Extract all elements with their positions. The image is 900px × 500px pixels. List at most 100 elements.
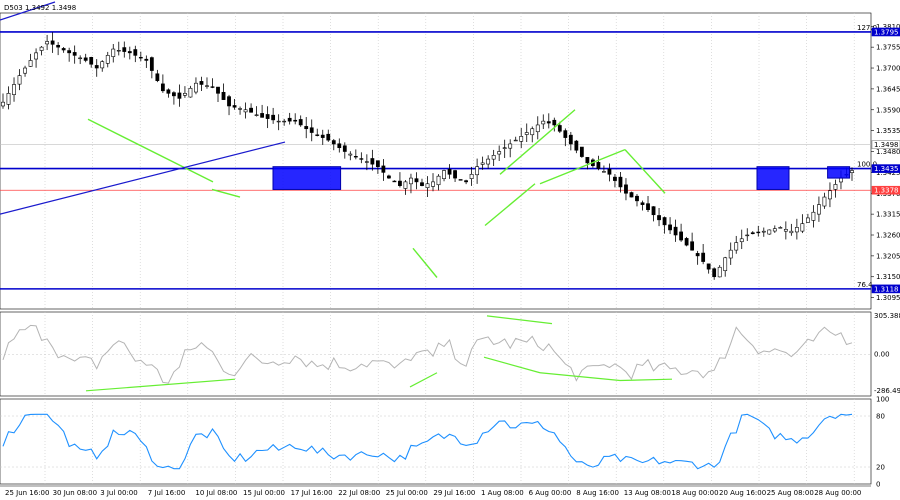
candle-body (524, 132, 529, 135)
cci-tick-label: 0.00 (874, 351, 890, 359)
x-tick-label: 7 Jul 16:00 (148, 489, 186, 497)
candle-body (188, 87, 193, 98)
candle-body (624, 184, 628, 194)
candle-body (513, 139, 518, 142)
y-tick-label: 1.3150 (876, 273, 900, 281)
cci-divergence-line (409, 372, 438, 388)
candle-body (249, 107, 253, 113)
candle-body (475, 166, 480, 176)
x-tick-label: 29 Jul 16:00 (433, 489, 475, 497)
trading-chart: 127.0100.076.4 25 Jun 16:00 30 Jun 08:00 3… (0, 1, 900, 497)
x-tick-label: 13 Aug 08:00 (624, 489, 671, 497)
candle-body (552, 119, 557, 126)
candle-body (6, 93, 11, 105)
candle-body (50, 40, 55, 45)
candle-body (574, 140, 579, 151)
zone-box (756, 166, 790, 190)
price-panel: 127.0100.076.4 (0, 1, 877, 290)
x-tick-label: 3 Jul 00:00 (100, 489, 138, 497)
candle-body (331, 140, 336, 145)
candle-body (469, 173, 474, 179)
x-tick-label: 25 Jul 00:00 (386, 489, 428, 497)
candle-body (177, 92, 182, 99)
candle-body (805, 217, 810, 223)
cci-series-line (2, 324, 853, 384)
candle-body (144, 58, 149, 61)
candle-body (701, 252, 706, 262)
candle-body (662, 217, 667, 226)
candle-body (425, 183, 430, 189)
x-tick-label: 15 Jul 00:00 (243, 489, 285, 497)
cci-divergence-line (483, 356, 541, 374)
candle-body (745, 234, 750, 237)
trend-line-green (87, 118, 214, 183)
candle-body (45, 41, 50, 45)
candle-body (375, 160, 380, 167)
candle-body (695, 253, 700, 257)
candle-body (602, 171, 606, 173)
candle-body (778, 227, 783, 229)
candle-body (761, 230, 766, 233)
candle-body (78, 57, 83, 60)
candle-body (287, 117, 292, 122)
candle-body (260, 113, 265, 118)
candle-body (105, 55, 110, 64)
candle-body (635, 195, 639, 202)
candle-body (12, 84, 16, 95)
candle-body (56, 44, 61, 48)
candle-body (579, 146, 584, 157)
candle-body (353, 155, 358, 158)
candle-body (800, 223, 805, 232)
candle-body (309, 127, 314, 133)
candle-body (458, 179, 463, 181)
candle-body (298, 119, 303, 126)
candle-body (530, 128, 535, 136)
candle-body (502, 147, 507, 149)
price-panel-frame (0, 12, 872, 310)
trend-line-green (412, 247, 438, 278)
candle-body (519, 136, 524, 142)
candle-body (17, 75, 22, 85)
candle-body (508, 143, 513, 149)
candle-body (254, 114, 259, 116)
x-tick-label: 30 Jun 08:00 (53, 489, 97, 497)
x-tick-label: 10 Jul 08:00 (195, 489, 237, 497)
price-tag-label: 1.3795 (874, 28, 899, 36)
candle-body (607, 168, 612, 175)
candle-body (728, 249, 733, 259)
candle-body (61, 48, 66, 51)
y-tick-label: 1.3480 (876, 148, 900, 156)
cci-divergence-line (486, 315, 553, 325)
candle-body (756, 231, 761, 234)
cci-tick-label: -286.493 (874, 387, 900, 395)
candle-body (342, 145, 347, 152)
candle-body (381, 165, 386, 173)
candle-body (679, 231, 683, 241)
candle-body (568, 134, 573, 145)
candle-body (491, 155, 496, 160)
candle-body (596, 162, 601, 169)
candle-body (657, 215, 661, 221)
candle-body (1, 101, 5, 107)
y-tick-label: 1.3645 (876, 85, 900, 93)
candle-body (155, 73, 160, 81)
y-tick-label: 1.3535 (876, 127, 900, 135)
candle-body (210, 86, 215, 88)
cci-divergence-line (619, 378, 673, 382)
candle-body (83, 57, 88, 61)
candle-body (127, 51, 132, 54)
candle-body (326, 133, 331, 141)
x-tick-label: 25 Aug 08:00 (767, 489, 814, 497)
rsi-series-line (2, 413, 853, 470)
rsi-tick-label: 100 (876, 396, 889, 404)
candle-body (646, 203, 650, 211)
candle-body (276, 120, 281, 123)
candle-body (34, 52, 38, 60)
candle-body (772, 228, 777, 232)
y-tick-label: 1.3590 (876, 106, 900, 114)
grid-layer (0, 12, 872, 485)
candle-body (221, 91, 226, 100)
candle-body (138, 56, 143, 59)
y-tick-label: 1.3315 (876, 211, 900, 219)
symbol-header: D503 1.3492 1.3498 (4, 4, 76, 12)
